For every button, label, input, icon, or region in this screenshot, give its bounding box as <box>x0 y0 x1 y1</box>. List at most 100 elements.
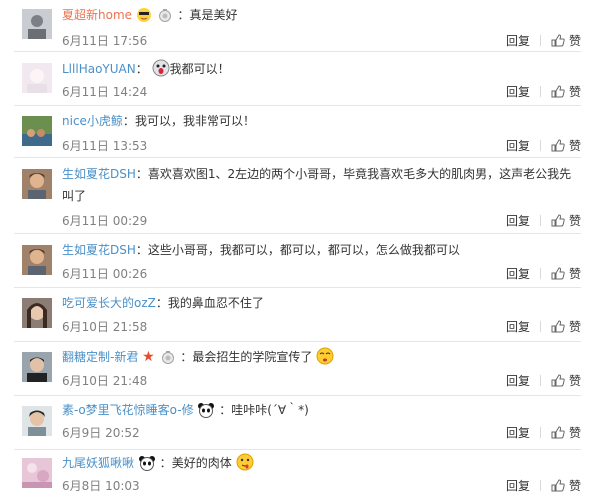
divider <box>539 427 541 438</box>
like-button[interactable]: 赞 <box>551 139 581 153</box>
comment-time: 6月11日 17:56 <box>62 34 148 48</box>
reply-button[interactable]: 回复 <box>506 424 530 441</box>
comment-item: 生如夏花DSH：这些小哥哥，我都可以，都可以，都可以，怎么做我都可以 6月11日… <box>0 234 603 288</box>
divider <box>539 86 541 97</box>
like-label: 赞 <box>568 479 581 493</box>
comment-item: nice小虎鲸：我可以，我非常可以！ 6月11日 13:53 回复 赞 <box>0 106 603 158</box>
comment-text: 这些小哥哥，我都可以，都可以，都可以，怎么做我都可以 <box>147 243 460 257</box>
divider <box>539 480 541 491</box>
like-button[interactable]: 赞 <box>551 479 581 493</box>
comment-time: 6月11日 00:29 <box>62 214 148 228</box>
comment-time: 6月9日 20:52 <box>62 426 140 440</box>
comment-item: 生如夏花DSH：喜欢喜欢图1、2左边的两个小哥哥，毕竟我喜欢毛多大的肌肉男，这声… <box>0 158 603 234</box>
thumbs-up-icon <box>551 34 565 50</box>
comment-separator: ： <box>155 296 168 310</box>
emoticon-icon <box>236 453 254 478</box>
reply-button[interactable]: 回复 <box>506 265 530 282</box>
emoticon-icon <box>138 455 156 478</box>
avatar[interactable] <box>22 9 52 39</box>
like-label: 赞 <box>568 374 581 388</box>
thumbs-up-icon <box>551 139 565 155</box>
reply-button[interactable]: 回复 <box>506 372 530 389</box>
star-icon: ★ <box>142 349 155 365</box>
comment-item: 吃可爱长大的ozZ：我的鼻血忍不住了 6月10日 21:58 回复 赞 <box>0 288 603 342</box>
comment-text: 哇咔咔(´∀｀*) <box>231 403 309 417</box>
like-button[interactable]: 赞 <box>551 267 581 281</box>
comment-text: 我都可以！ <box>169 62 230 76</box>
comment-item: 素-o梦里飞花惊睡客o-修 ：哇咔咔(´∀｀*) 6月9日 20:52 回复 赞 <box>0 396 603 450</box>
comment-item: 夏超新home ：真是美好 6月11日 17:56 回复 赞 <box>0 0 603 52</box>
avatar[interactable] <box>22 458 52 488</box>
comment-separator: ： <box>135 243 148 257</box>
emoticon-icon <box>136 7 152 30</box>
commenter-name[interactable]: 九尾妖狐啾啾 <box>62 456 134 470</box>
divider <box>539 321 541 332</box>
comment-text: 我的鼻血忍不住了 <box>167 296 264 310</box>
comment-item: LlllHaoYUAN： 我都可以！ 6月11日 14:24 回复 赞 <box>0 52 603 106</box>
reply-button[interactable]: 回复 <box>506 32 530 49</box>
comment-time: 6月11日 00:26 <box>62 267 148 281</box>
comment-separator: ： <box>219 403 232 417</box>
reply-button[interactable]: 回复 <box>506 137 530 154</box>
thumbs-up-icon <box>551 214 565 230</box>
divider <box>539 140 541 151</box>
avatar[interactable] <box>22 245 52 275</box>
commenter-name[interactable]: 生如夏花DSH <box>62 167 136 181</box>
avatar[interactable] <box>22 352 52 382</box>
like-button[interactable]: 赞 <box>551 34 581 48</box>
comment-separator: ： <box>177 8 190 22</box>
reply-button[interactable]: 回复 <box>506 83 530 100</box>
comment-time: 6月11日 14:24 <box>62 85 148 99</box>
like-label: 赞 <box>568 320 581 334</box>
comment-text: 我可以，我非常可以！ <box>134 114 255 128</box>
thumbs-up-icon <box>551 426 565 442</box>
comment-separator: ： <box>135 167 148 181</box>
thumbs-up-icon <box>551 320 565 336</box>
comment-separator: ： <box>135 62 148 76</box>
comment-separator: ： <box>122 114 135 128</box>
comment-text: 美好的肉体 <box>171 456 232 470</box>
comment-time: 6月11日 13:53 <box>62 139 148 153</box>
thumbs-up-icon <box>551 479 565 495</box>
reply-button[interactable]: 回复 <box>506 318 530 335</box>
commenter-name[interactable]: 夏超新home <box>62 8 132 22</box>
like-button[interactable]: 赞 <box>551 85 581 99</box>
comment-time: 6月8日 10:03 <box>62 479 140 493</box>
avatar[interactable] <box>22 406 52 436</box>
like-button[interactable]: 赞 <box>551 214 581 228</box>
divider <box>539 268 541 279</box>
comment-text: 最会招生的学院宣传了 <box>192 350 313 364</box>
commenter-name[interactable]: 吃可爱长大的ozZ <box>62 296 156 310</box>
reply-button[interactable]: 回复 <box>506 212 530 229</box>
emoticon-icon <box>197 402 215 425</box>
commenter-name[interactable]: 生如夏花DSH <box>62 243 136 257</box>
member-badge-icon <box>158 7 172 29</box>
commenter-name[interactable]: nice小虎鲸 <box>62 114 123 128</box>
divider <box>539 215 541 226</box>
avatar[interactable] <box>22 298 52 328</box>
divider <box>539 375 541 386</box>
commenter-name[interactable]: 素-o梦里飞花惊睡客o-修 <box>62 403 194 417</box>
thumbs-up-icon <box>551 85 565 101</box>
emoticon-icon <box>152 59 170 84</box>
like-button[interactable]: 赞 <box>551 426 581 440</box>
avatar[interactable] <box>22 169 52 199</box>
comment-separator: ： <box>180 350 193 364</box>
comment-time: 6月10日 21:58 <box>62 320 148 334</box>
member-badge-icon <box>161 349 175 371</box>
reply-button[interactable]: 回复 <box>506 477 530 494</box>
commenter-name[interactable]: 翻糖定制-新君 <box>62 350 138 364</box>
avatar[interactable] <box>22 63 52 93</box>
like-label: 赞 <box>568 139 581 153</box>
thumbs-up-icon <box>551 374 565 390</box>
like-button[interactable]: 赞 <box>551 320 581 334</box>
comment-item: 九尾妖狐啾啾 ：美好的肉体 6月8日 10:03 回复 赞 <box>0 450 603 502</box>
like-label: 赞 <box>568 426 581 440</box>
commenter-name[interactable]: LlllHaoYUAN <box>62 62 136 76</box>
like-label: 赞 <box>568 267 581 281</box>
thumbs-up-icon <box>551 267 565 283</box>
comment-text: 真是美好 <box>189 8 238 22</box>
avatar[interactable] <box>22 116 52 146</box>
like-label: 赞 <box>568 85 581 99</box>
like-button[interactable]: 赞 <box>551 374 581 388</box>
